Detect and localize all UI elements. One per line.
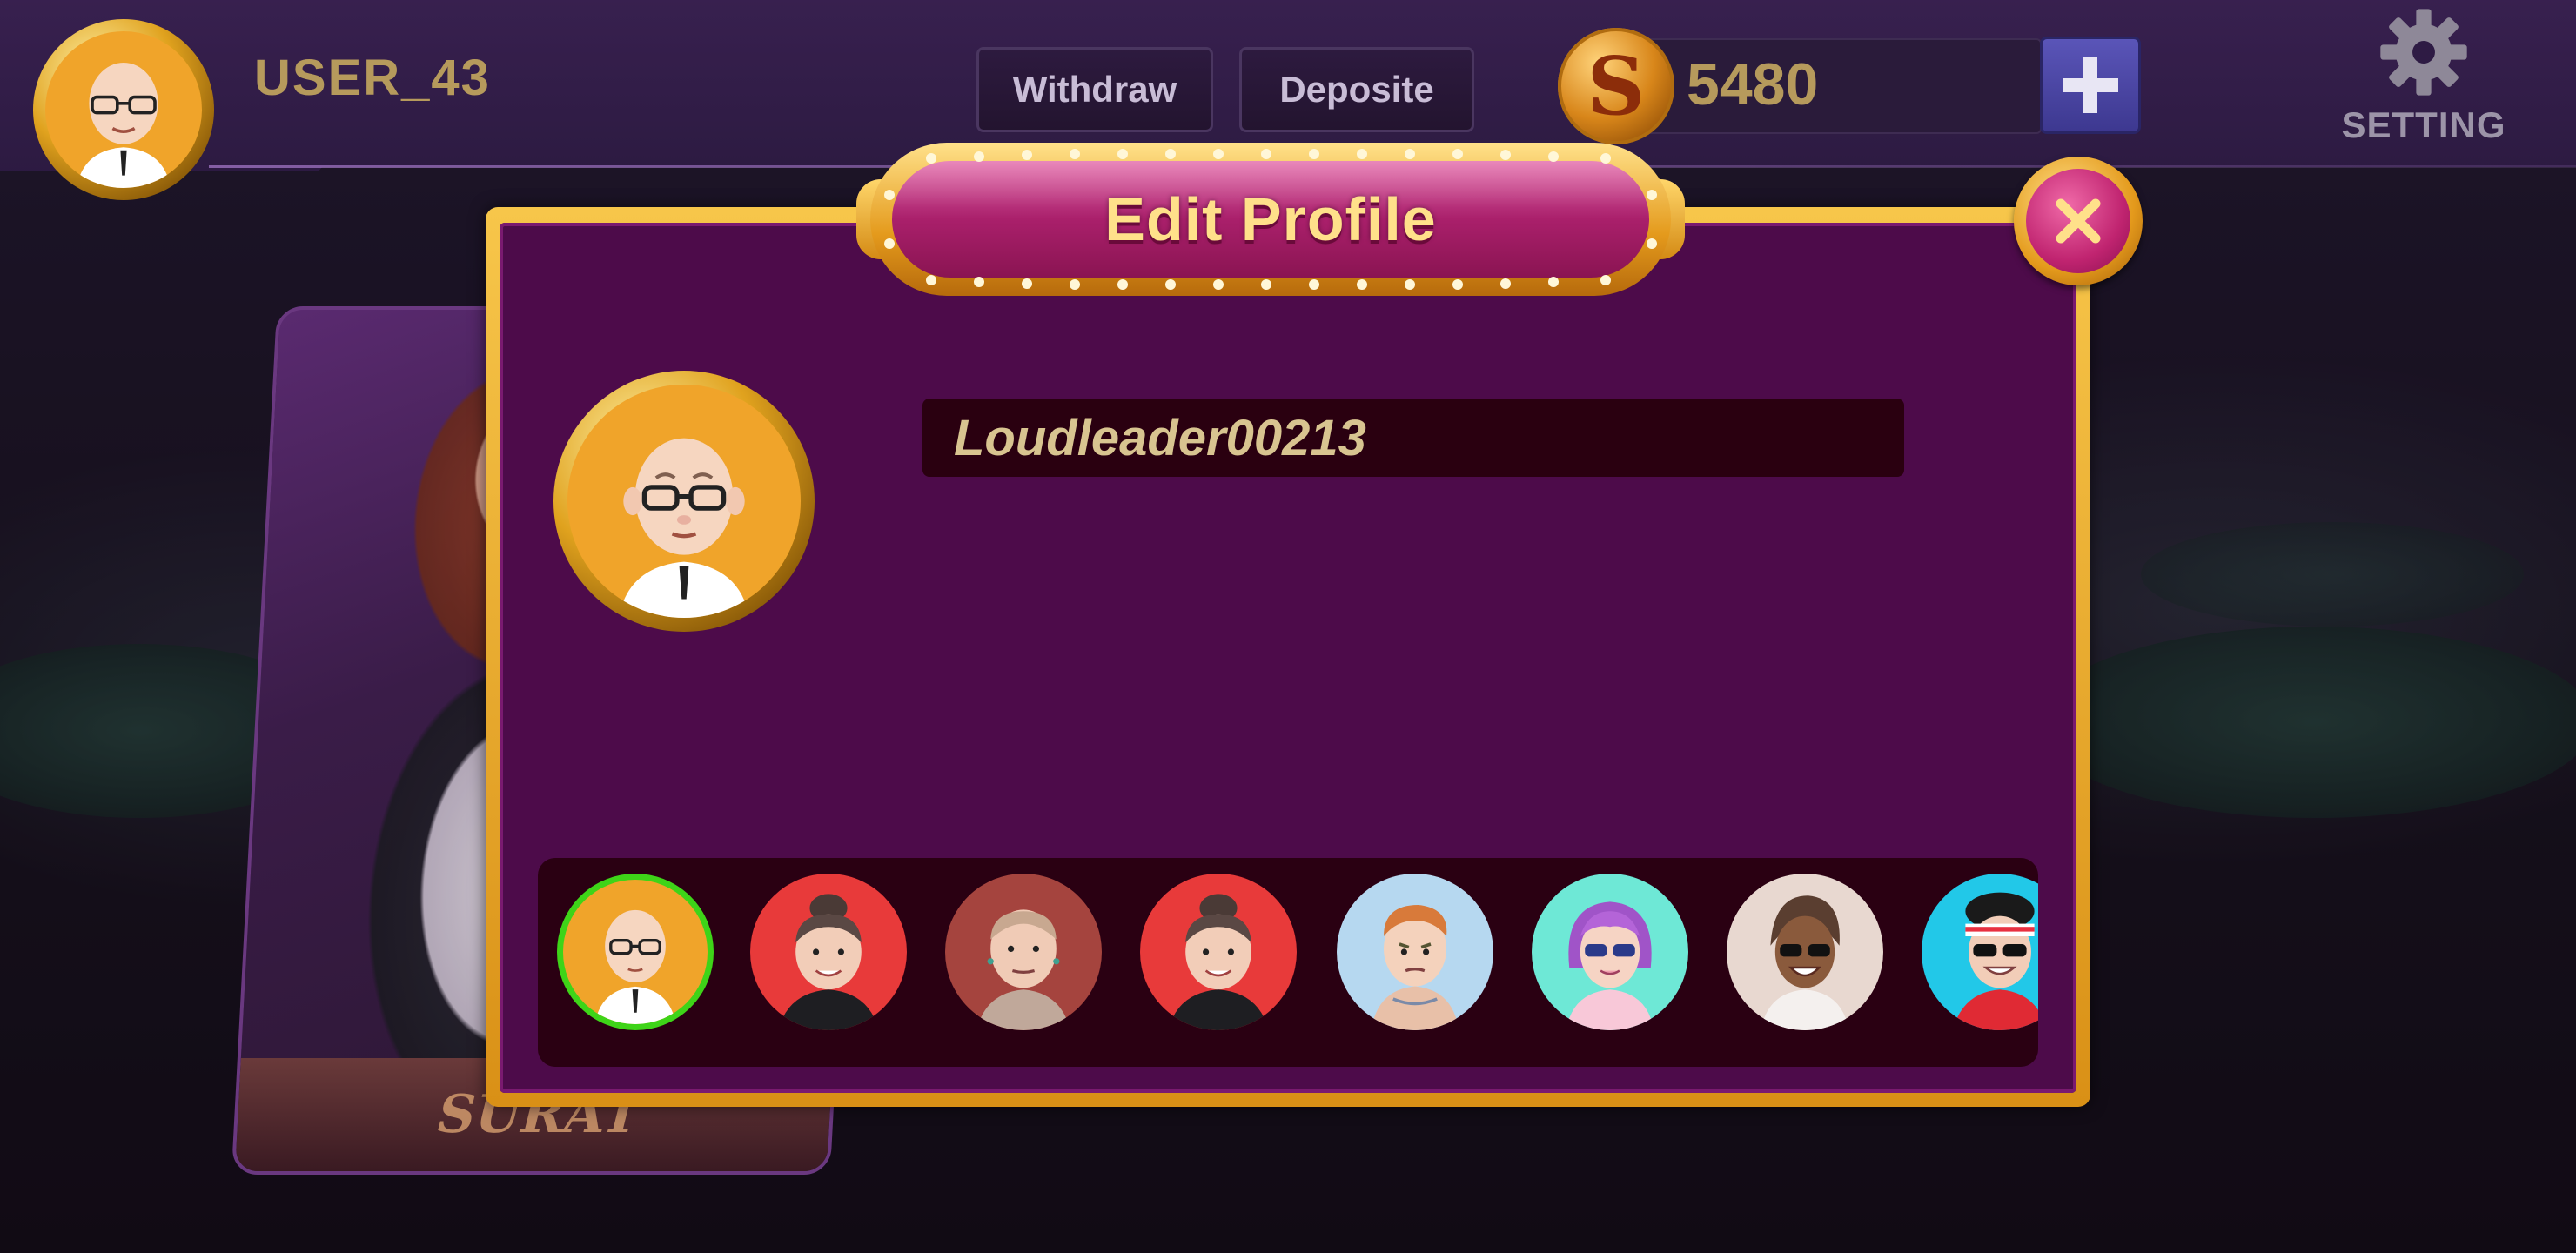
gear-icon [2380, 9, 2467, 96]
buzzcut-avatar-icon [976, 909, 1070, 1030]
avatar-option-6[interactable] [1532, 874, 1688, 1030]
avatar-option-2[interactable] [750, 874, 907, 1030]
profile-name-value: Loudleader00213 [954, 409, 1366, 466]
avatar-option-7[interactable] [1727, 874, 1883, 1030]
avatar-option-3[interactable] [945, 874, 1102, 1030]
avatar-option-8[interactable] [1922, 874, 2038, 1030]
plus-icon [2063, 57, 2118, 113]
title-banner-inner: Edit Profile [892, 161, 1649, 278]
coin-icon: S [1558, 28, 1674, 144]
current-profile-avatar [553, 371, 815, 632]
add-funds-button[interactable] [2040, 37, 2141, 134]
withdraw-button[interactable]: Withdraw [976, 47, 1213, 132]
deposit-button[interactable]: Deposite [1239, 47, 1474, 132]
title-banner: Edit Profile [870, 143, 1671, 296]
bald-glasses-avatar-icon [594, 909, 676, 1024]
avatar-option-5[interactable] [1337, 874, 1493, 1030]
avatar-option-4[interactable] [1140, 874, 1297, 1030]
close-button[interactable] [2014, 157, 2143, 285]
balance-value: 5480 [1687, 51, 1819, 117]
close-button-inner [2026, 169, 2130, 273]
avatar-picker[interactable] [538, 858, 2038, 1067]
purple-hair-avatar-icon [1566, 901, 1654, 1030]
man-bun-avatar-icon [1168, 894, 1269, 1030]
bald-glasses-avatar-icon [45, 31, 202, 188]
braids-avatar-icon [1761, 895, 1849, 1030]
man-bun-avatar-icon [778, 894, 879, 1030]
avatar-option-1[interactable] [557, 874, 714, 1030]
modal-title: Edit Profile [1104, 185, 1437, 253]
profile-name-input[interactable]: Loudleader00213 [922, 399, 1904, 477]
bald-glasses-avatar-icon [567, 385, 801, 618]
username-label: USER_43 [254, 50, 491, 106]
setting-label: SETTING [2341, 104, 2506, 145]
ginger-avatar-icon [1371, 905, 1459, 1030]
close-icon [2056, 198, 2101, 244]
user-avatar[interactable] [33, 19, 214, 200]
headband-avatar-icon [1953, 892, 2038, 1030]
setting-button[interactable]: SETTING [2332, 0, 2515, 165]
